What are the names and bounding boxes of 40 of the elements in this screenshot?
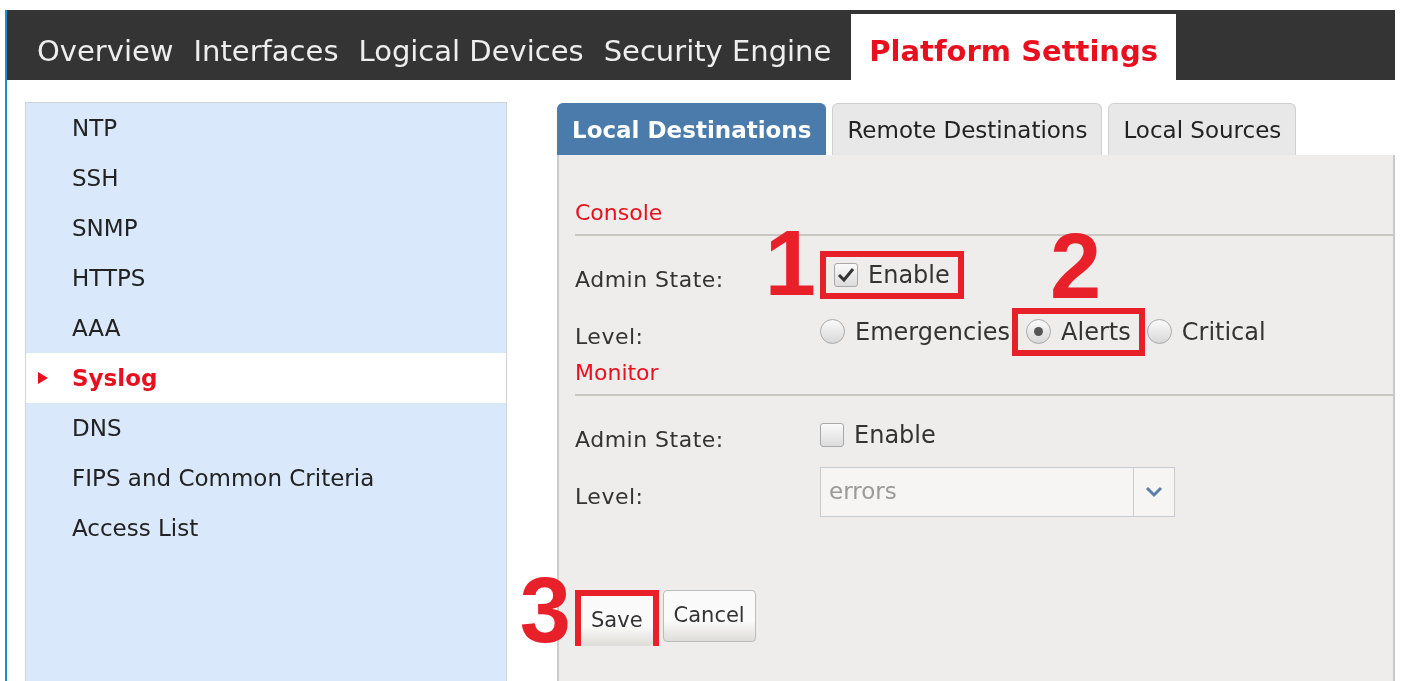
- triangle-icon: [38, 372, 48, 384]
- tab[interactable]: Remote Destinations: [832, 103, 1103, 155]
- chevron-down-icon: [1145, 485, 1163, 498]
- radio-button[interactable]: [1026, 319, 1052, 344]
- nav-tab[interactable]: Platform Settings: [851, 14, 1176, 80]
- sidebar-item[interactable]: SNMP: [26, 203, 506, 253]
- field-label: Level:: [575, 483, 645, 509]
- sidebar-item[interactable]: Access List: [26, 503, 506, 553]
- sidebar-item[interactable]: SSH: [26, 153, 506, 203]
- annotation-number: 3: [519, 570, 571, 650]
- checkbox[interactable]: [834, 262, 858, 287]
- section-title: Monitor: [575, 360, 660, 387]
- section-title: Console: [575, 200, 664, 227]
- nav-tab[interactable]: Logical Devices: [348, 14, 594, 80]
- tab[interactable]: Local Sources: [1108, 103, 1297, 155]
- form-button[interactable]: Cancel: [662, 590, 756, 642]
- checkbox[interactable]: [820, 422, 844, 447]
- radio-button[interactable]: [820, 319, 845, 344]
- nav-tab[interactable]: Interfaces: [183, 14, 349, 80]
- radio-button[interactable]: [1146, 319, 1172, 344]
- sidebar-item[interactable]: HTTPS: [26, 253, 506, 303]
- field-label: Admin State:: [575, 266, 725, 292]
- sidebar-item[interactable]: FIPS and Common Criteria: [26, 453, 506, 503]
- nav-tab[interactable]: Security Engine: [593, 14, 842, 80]
- field-label: Level:: [575, 323, 645, 349]
- field-label: Admin State:: [575, 426, 725, 452]
- checkbox-label: Enable: [868, 260, 950, 289]
- annotation-number: 1: [764, 222, 816, 303]
- annotation-number: 2: [1050, 225, 1102, 306]
- radio-label: Alerts: [1061, 317, 1131, 346]
- sidebar-item[interactable]: DNS: [26, 403, 506, 453]
- sidebar-item[interactable]: Syslog: [26, 353, 506, 403]
- radio-label: Emergencies: [855, 317, 1011, 346]
- radio-label: Critical: [1181, 317, 1266, 346]
- checkbox-label: Enable: [854, 420, 936, 449]
- nav-tab[interactable]: Overview: [27, 14, 184, 80]
- tab[interactable]: Local Destinations: [557, 103, 827, 155]
- form-button[interactable]: Save: [581, 596, 653, 646]
- sidebar-item[interactable]: AAA: [26, 303, 506, 353]
- sidebar-item[interactable]: NTP: [26, 103, 506, 153]
